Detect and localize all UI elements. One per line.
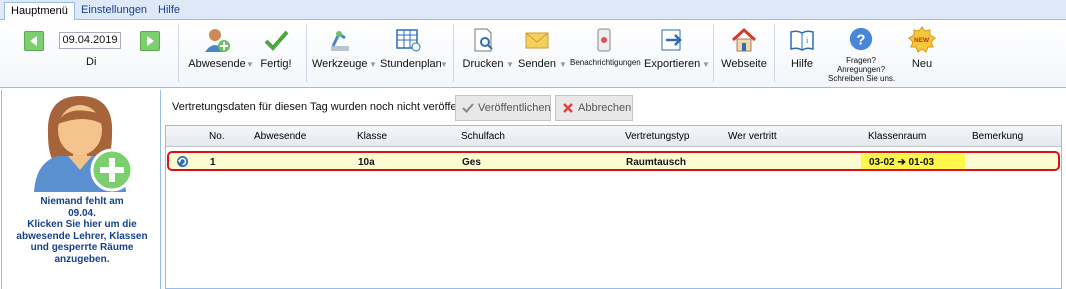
tab-hilfe[interactable]: Hilfe bbox=[152, 2, 186, 20]
feedback-label: Fragen? Anregungen? Schreiben Sie uns. bbox=[828, 56, 896, 83]
feedback-line-2: Anregungen? bbox=[836, 65, 886, 74]
export-arrow-icon bbox=[661, 29, 682, 51]
cell-subject: Ges bbox=[462, 157, 481, 168]
question-mark-icon: ? bbox=[849, 27, 873, 51]
feedback-line-1: Fragen? bbox=[846, 56, 876, 65]
no-absence-line-4: abwesende Lehrer, Klassen bbox=[16, 230, 148, 242]
previous-day-button[interactable] bbox=[24, 31, 44, 51]
export-label: Exportieren bbox=[644, 58, 701, 70]
done-button[interactable]: Fertig! bbox=[256, 26, 296, 86]
done-label: Fertig! bbox=[260, 58, 292, 70]
house-icon bbox=[731, 27, 757, 52]
timetable-grid-icon bbox=[396, 29, 421, 52]
publish-label: Veröffentlichen bbox=[478, 102, 551, 114]
send-label: Senden bbox=[518, 58, 556, 70]
feedback-line-3: Schreiben Sie uns. bbox=[828, 74, 896, 83]
tab-einstellungen[interactable]: Einstellungen bbox=[75, 2, 153, 20]
feedback-button[interactable]: ? Fragen? Anregungen? Schreiben Sie uns. bbox=[828, 26, 896, 88]
export-dropdown-arrow[interactable]: ▼ bbox=[702, 60, 710, 69]
checkmark-icon bbox=[462, 103, 474, 113]
toolbar-separator bbox=[306, 24, 307, 82]
new-label: Neu bbox=[911, 58, 933, 70]
tools-label: Werkzeuge bbox=[312, 58, 368, 70]
absent-dropdown-arrow[interactable]: ▼ bbox=[246, 60, 254, 69]
cancel-label: Abbrechen bbox=[578, 102, 632, 114]
arrow-left-icon bbox=[30, 36, 37, 46]
cell-room: 03-02 ➔ 01-03 bbox=[869, 157, 935, 168]
help-label: Hilfe bbox=[790, 58, 813, 70]
print-button[interactable]: Drucken bbox=[461, 26, 505, 86]
new-badge-icon: NEW bbox=[908, 26, 936, 53]
help-button[interactable]: i Hilfe bbox=[782, 26, 822, 86]
envelope-icon bbox=[525, 32, 549, 49]
toolbar-separator bbox=[713, 24, 714, 82]
publish-button[interactable]: Veröffentlichen bbox=[455, 95, 551, 121]
publish-notice: Vertretungsdaten für diesen Tag wurden n… bbox=[172, 101, 489, 113]
substitution-table: No. Abwesende Klasse Schulfach Vertretun… bbox=[165, 125, 1062, 289]
website-button[interactable]: Webseite bbox=[720, 26, 768, 86]
timetable-button[interactable]: Stundenplan bbox=[380, 26, 442, 86]
new-button[interactable]: NEW Neu bbox=[902, 26, 942, 86]
absent-button[interactable]: Abwesende bbox=[186, 26, 248, 86]
toolbar: 09.04.2019 Di Abwesende ▼ Fertig! Werkze… bbox=[0, 20, 1066, 88]
weekday-label: Di bbox=[86, 56, 97, 68]
person-add-icon bbox=[205, 29, 230, 52]
no-absence-line-6: anzugeben. bbox=[54, 253, 110, 265]
notifications-label: Benachrichtigungen bbox=[570, 58, 641, 67]
toolbar-separator bbox=[178, 24, 179, 82]
table-row[interactable]: 1 10a Ges Raumtausch 03-02 ➔ 01-03 bbox=[167, 151, 1060, 171]
export-button[interactable]: Exportieren bbox=[644, 26, 700, 86]
tab-hauptmenue[interactable]: Hauptmenü bbox=[4, 2, 75, 20]
checkmark-icon bbox=[264, 30, 289, 51]
tools-dropdown-arrow[interactable]: ▼ bbox=[369, 60, 377, 69]
close-icon bbox=[563, 103, 573, 113]
refresh-icon[interactable] bbox=[176, 155, 189, 168]
menu-bar: Hauptmenü Einstellungen Hilfe bbox=[0, 0, 1066, 20]
no-absence-message[interactable]: Niemand fehlt am 09.04. Klicken Sie hier… bbox=[6, 196, 158, 265]
send-button[interactable]: Senden bbox=[517, 26, 557, 86]
help-book-icon: i bbox=[790, 30, 814, 51]
phone-notification-icon bbox=[597, 28, 611, 52]
no-absence-line-2: 09.04. bbox=[68, 207, 96, 219]
cell-no: 1 bbox=[210, 157, 216, 168]
timetable-label: Stundenplan bbox=[380, 58, 442, 70]
date-field[interactable]: 09.04.2019 bbox=[59, 32, 121, 49]
cell-class: 10a bbox=[358, 157, 375, 168]
cell-type: Raumtausch bbox=[626, 157, 687, 168]
cancel-button[interactable]: Abbrechen bbox=[555, 95, 633, 121]
timetable-dropdown-arrow[interactable]: ▼ bbox=[440, 60, 448, 69]
send-dropdown-arrow[interactable]: ▼ bbox=[559, 60, 567, 69]
website-label: Webseite bbox=[721, 58, 767, 70]
new-badge-text: NEW bbox=[914, 37, 930, 44]
table-header: No. Abwesende Klasse Schulfach Vertretun… bbox=[166, 126, 1061, 147]
no-absence-line-3: Klicken Sie hier um die bbox=[27, 219, 137, 230]
tools-button[interactable]: Werkzeuge bbox=[312, 26, 368, 86]
header-room[interactable]: Klassenraum bbox=[868, 131, 926, 142]
header-subject[interactable]: Schulfach bbox=[461, 131, 505, 142]
notifications-button[interactable]: Benachrichtigungen bbox=[570, 26, 641, 86]
header-no[interactable]: No. bbox=[209, 131, 225, 142]
no-absence-line-5: und gesperrte Räume bbox=[30, 242, 134, 253]
header-absent[interactable]: Abwesende bbox=[254, 131, 306, 142]
print-dropdown-arrow[interactable]: ▼ bbox=[506, 60, 514, 69]
toolbar-separator bbox=[453, 24, 454, 82]
next-day-button[interactable] bbox=[140, 31, 160, 51]
absent-summary-panel[interactable]: Niemand fehlt am 09.04. Klicken Sie hier… bbox=[1, 90, 161, 289]
header-type[interactable]: Vertretungstyp bbox=[625, 131, 689, 142]
tools-icon bbox=[331, 31, 349, 51]
header-class[interactable]: Klasse bbox=[357, 131, 387, 142]
print-preview-icon bbox=[474, 28, 493, 52]
toolbar-separator bbox=[774, 24, 775, 82]
header-substitute[interactable]: Wer vertritt bbox=[728, 131, 777, 142]
svg-text:?: ? bbox=[856, 33, 865, 49]
no-absence-line-1: Niemand fehlt am bbox=[40, 196, 124, 207]
teacher-avatar-icon bbox=[34, 96, 134, 192]
header-remark[interactable]: Bemerkung bbox=[972, 131, 1023, 142]
print-label: Drucken bbox=[462, 58, 504, 70]
absent-label: Abwesende bbox=[188, 58, 246, 70]
arrow-right-icon bbox=[147, 36, 154, 46]
